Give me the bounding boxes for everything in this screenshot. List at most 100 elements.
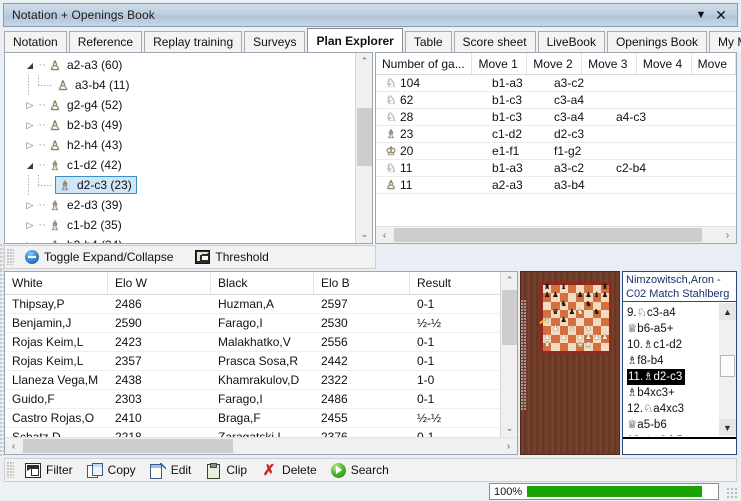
tab-livebook[interactable]: LiveBook (538, 31, 605, 52)
chevron-down-icon[interactable]: ▼ (691, 5, 711, 25)
expand-arrow-icon[interactable] (23, 220, 37, 231)
board-square[interactable]: ♟ (576, 293, 584, 301)
move-table-row[interactable]: ♗23c1-d2d2-c3 (376, 126, 736, 143)
board-square[interactable]: ♟ (551, 326, 559, 334)
scroll-down-arrow-icon[interactable]: ▼ (719, 419, 736, 436)
games-table-row[interactable]: Llaneza Vega,M2438Khamrakulov,D23221-0 (5, 371, 517, 390)
board-square[interactable] (593, 318, 601, 326)
games-table-row[interactable]: Castro Rojas,O2410Braga,F2455½-½ (5, 409, 517, 428)
scroll-thumb[interactable] (23, 439, 233, 453)
board-square[interactable]: ♟ (543, 293, 551, 301)
toggle-expand-collapse-button[interactable]: Toggle Expand/Collapse (18, 248, 180, 266)
toolbar-grip[interactable] (7, 462, 14, 478)
games-table-row[interactable]: Benjamin,J2590Farago,I2530½-½ (5, 314, 517, 333)
copy-button[interactable]: Copy (80, 461, 143, 480)
move-table-row[interactable]: ♘11b1-a3a3-c2c2-b4 (376, 160, 736, 177)
scroll-left-arrow-icon[interactable]: ‹ (376, 227, 393, 243)
move-table-row[interactable]: ♙11a2-a3a3-b4 (376, 177, 736, 194)
scroll-thumb[interactable] (720, 355, 735, 377)
board-square[interactable]: ♜ (543, 343, 551, 351)
games-table-row[interactable]: Guido,F2303Farago,I24860-1 (5, 390, 517, 409)
tree-item[interactable]: ··♙b2-b3 (49) (5, 115, 355, 135)
board-square[interactable]: ♜ (584, 343, 592, 351)
tab-surveys[interactable]: Surveys (244, 31, 305, 52)
board-square[interactable]: ♟ (551, 293, 559, 301)
move-table-column-header[interactable]: Move 4 (637, 53, 692, 74)
tree-item[interactable]: ··♙a2-a3 (60) (5, 55, 355, 75)
games-column-header[interactable]: Black (211, 272, 314, 294)
games-column-header[interactable]: Result (410, 272, 502, 294)
move-table-body[interactable]: ♘104b1-a3a3-c2♘62b1-c3c3-a4♘28b1-c3c3-a4… (376, 75, 736, 226)
games-table-row[interactable]: Schatz,D2218Zaragatski,I23760-1 (5, 428, 517, 437)
move-table-column-header[interactable]: Number of ga... (376, 53, 473, 74)
board-square[interactable]: ♟ (601, 335, 609, 343)
scroll-up-arrow-icon[interactable]: ⌃ (501, 272, 518, 289)
move-table-column-header[interactable]: Move 3 (582, 53, 637, 74)
expand-arrow-icon[interactable] (23, 140, 37, 151)
board-square[interactable]: ♞ (593, 310, 601, 318)
tree-item[interactable]: ··♗c1-b2 (35) (5, 215, 355, 235)
chessboard[interactable]: ♜♝♜♟♟♟♟♝♟♞♞♛♟♞♞♝♟♟♝♞♟♟♟♟♟♟♜♚♜ (543, 285, 609, 351)
scroll-thumb[interactable] (502, 290, 517, 345)
board-square[interactable]: ♟ (601, 293, 609, 301)
tree-item[interactable]: ··♗c1-d2 (42) (5, 155, 355, 175)
games-column-header[interactable]: Elo B (314, 272, 410, 294)
board-square[interactable]: ♛ (551, 310, 559, 318)
board-square[interactable] (551, 343, 559, 351)
tree-vertical-scrollbar[interactable]: ⌃ ⌄ (355, 53, 372, 243)
board-square[interactable] (543, 302, 551, 310)
board-square[interactable] (568, 293, 576, 301)
games-table-row[interactable]: Rojas Keim,L2423Malakhatko,V25560-1 (5, 333, 517, 352)
move-table-column-header[interactable]: Move (692, 53, 736, 74)
expand-arrow-icon[interactable] (23, 200, 37, 211)
board-square[interactable]: ♝ (593, 293, 601, 301)
move-table-row[interactable]: ♘104b1-a3a3-c2 (376, 75, 736, 92)
board-square[interactable]: ♝ (568, 326, 576, 334)
board-square[interactable]: ♞ (576, 310, 584, 318)
move-table-horizontal-scrollbar[interactable]: ‹ › (376, 226, 736, 243)
scroll-down-arrow-icon[interactable]: ⌄ (356, 226, 373, 243)
scroll-left-arrow-icon[interactable]: ‹ (5, 438, 22, 454)
move-table-row[interactable]: ♔20e1-f1f1-g2 (376, 143, 736, 160)
board-square[interactable]: ♟ (560, 335, 568, 343)
resize-grip[interactable] (727, 488, 739, 500)
collapse-arrow-icon[interactable] (23, 61, 37, 70)
games-column-header[interactable]: White (5, 272, 108, 294)
chessboard-panel[interactable]: ♜♝♜♟♟♟♟♝♟♞♞♛♟♞♞♝♟♟♝♞♟♟♟♟♟♟♜♚♜ (520, 271, 620, 455)
board-square[interactable] (568, 343, 576, 351)
tree-item[interactable]: ··♙b2-b4 (34) (5, 235, 355, 243)
board-square[interactable] (601, 310, 609, 318)
tab-plan-explorer[interactable]: Plan Explorer (307, 28, 402, 52)
search-button[interactable]: Search (324, 461, 396, 480)
games-horizontal-scrollbar[interactable]: ‹ › (5, 437, 517, 454)
edit-button[interactable]: Edit (143, 461, 199, 480)
tree-item[interactable]: ♗d2-c3 (23) (5, 175, 355, 195)
tab-reference[interactable]: Reference (69, 31, 142, 52)
move-table-column-header[interactable]: Move 2 (527, 53, 582, 74)
scroll-right-arrow-icon[interactable]: › (719, 227, 736, 243)
board-square[interactable] (584, 310, 592, 318)
board-square[interactable]: ♟ (560, 318, 568, 326)
board-square[interactable] (560, 343, 568, 351)
board-square[interactable]: ♞ (584, 302, 592, 310)
delete-button[interactable]: ✗ Delete (254, 461, 324, 480)
move-table-row[interactable]: ♘62b1-c3c3-a4 (376, 92, 736, 109)
tree-item[interactable]: ··♗e2-d3 (39) (5, 195, 355, 215)
toolbar-grip[interactable] (7, 249, 14, 265)
notation-vertical-scrollbar[interactable]: ▲ ▼ (719, 303, 736, 436)
scroll-thumb[interactable] (357, 108, 372, 166)
board-square[interactable] (601, 343, 609, 351)
move-table-column-header[interactable]: Move 1 (472, 53, 527, 74)
board-square[interactable] (601, 302, 609, 310)
tab-openings-book[interactable]: Openings Book (607, 31, 707, 52)
expand-arrow-icon[interactable] (23, 240, 37, 244)
games-vertical-scrollbar[interactable]: ⌃ ⌄ (500, 272, 517, 437)
tree-item[interactable]: ♙a3-b4 (11) (5, 75, 355, 95)
scroll-right-arrow-icon[interactable]: › (500, 438, 517, 454)
tab-table[interactable]: Table (405, 31, 452, 52)
scroll-down-arrow-icon[interactable]: ⌄ (501, 420, 518, 437)
expand-arrow-icon[interactable] (23, 120, 37, 131)
filter-button[interactable]: Filter (18, 461, 80, 480)
tab-score-sheet[interactable]: Score sheet (454, 31, 536, 52)
scroll-up-arrow-icon[interactable]: ⌃ (356, 53, 373, 70)
